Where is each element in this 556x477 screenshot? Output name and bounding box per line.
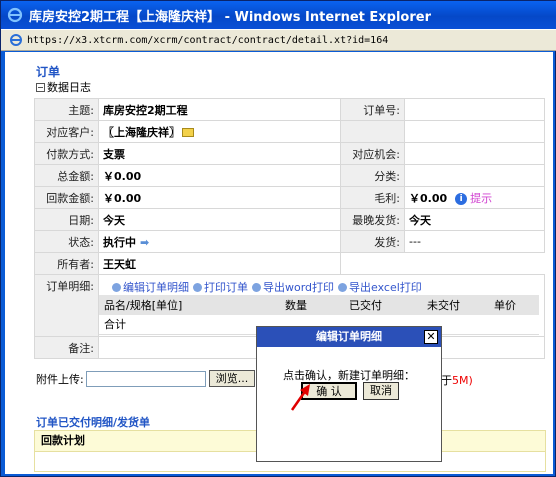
dialog-titlebar: 编辑订单明细 ✕ — [257, 327, 441, 347]
col-quantity: 数量 — [285, 299, 307, 312]
print-order-action[interactable]: 打印订单 — [193, 279, 248, 295]
remark-label: 备注: — [34, 336, 99, 359]
attach-hint-prefix: 于 — [441, 374, 452, 387]
received-value: ￥0.00 — [98, 186, 341, 209]
empty-value — [404, 120, 545, 143]
order-no-value — [404, 98, 545, 121]
customer-label: 对应客户: — [34, 120, 99, 143]
items-label: 订单明细: — [34, 274, 99, 337]
subject-value: 库房安控2期工程 — [98, 98, 341, 121]
ie-logo-icon — [7, 7, 23, 23]
ie-page-icon — [10, 34, 22, 46]
print-order-link[interactable]: 打印订单 — [204, 279, 248, 295]
edit-items-dialog: 编辑订单明细 ✕ 点击确认，新建订单明细： 确 认 取消 — [256, 326, 442, 462]
export-word-link[interactable]: 导出word打印 — [263, 279, 334, 295]
data-log-link[interactable]: 数据日志 — [36, 79, 91, 95]
export-excel-action[interactable]: 导出excel打印 — [338, 279, 422, 295]
col-product: 品名/规格[单位] — [104, 299, 183, 312]
profit-cell: ￥0.00 i 提示 — [404, 186, 545, 209]
status-cell: 执行中 ➡ — [98, 230, 341, 253]
total-value: ￥0.00 — [98, 164, 341, 187]
edit-items-action[interactable]: 编辑订单明细 — [112, 279, 189, 295]
print-icon — [193, 282, 202, 292]
category-label: 分类: — [340, 164, 405, 187]
browse-button[interactable]: 浏览... — [208, 370, 256, 387]
category-value — [404, 164, 545, 187]
items-header: 品名/规格[单位] 数量 已交付 未交付 单价 — [99, 295, 539, 315]
red-arrow-pointer-icon — [290, 384, 310, 411]
section-title-order: 订单 — [36, 65, 61, 79]
arrow-right-icon[interactable]: ➡ — [140, 236, 149, 249]
attach-row: 附件上传: 浏览... — [36, 370, 256, 387]
status-label: 状态: — [34, 230, 99, 253]
row-received: 回款金额: ￥0.00 毛利: ￥0.00 i 提示 — [34, 186, 545, 209]
address-bar[interactable]: https://x3.xtcrm.com/xcrm/contract/contr… — [1, 29, 556, 51]
attach-hint: 于5M) — [441, 372, 473, 388]
info-icon[interactable]: i — [455, 192, 468, 205]
shipped-label: 发货: — [340, 230, 405, 253]
col-delivered: 已交付 — [349, 299, 382, 312]
profit-value: ￥0.00 — [409, 191, 448, 205]
row-payment: 付款方式: 支票 对应机会: — [34, 142, 545, 165]
data-log-label: 数据日志 — [47, 81, 91, 94]
col-undelivered: 未交付 — [427, 299, 460, 312]
order-no-label: 订单号: — [340, 98, 405, 121]
blank-cell — [341, 253, 405, 275]
payment-label: 付款方式: — [34, 142, 99, 165]
empty-label — [340, 120, 405, 143]
edit-icon — [112, 282, 121, 292]
close-icon[interactable]: ✕ — [424, 330, 438, 344]
excel-icon — [338, 282, 348, 292]
total-label: 总金额: — [34, 164, 99, 187]
blank-cell-2 — [405, 253, 545, 275]
profit-label: 毛利: — [340, 186, 405, 209]
owner-label: 所有者: — [34, 252, 99, 275]
payment-value: 支票 — [98, 142, 341, 165]
attach-file-input[interactable] — [85, 370, 206, 387]
row-owner: 所有者: 王天虹 — [34, 252, 545, 275]
expand-toggle-icon[interactable] — [36, 82, 45, 92]
folder-icon[interactable] — [182, 128, 194, 137]
item-actions: 编辑订单明细 打印订单 导出word打印 导出excel打印 — [112, 279, 422, 295]
received-label: 回款金额: — [34, 186, 99, 209]
col-price: 单价 — [494, 299, 516, 312]
export-word-action[interactable]: 导出word打印 — [252, 279, 334, 295]
row-total: 总金额: ￥0.00 分类: — [34, 164, 545, 187]
latest-ship-label: 最晚发货: — [340, 208, 405, 231]
attach-label: 附件上传: — [36, 372, 84, 386]
dialog-message: 点击确认，新建订单明细： — [283, 369, 415, 382]
url-text[interactable]: https://x3.xtcrm.com/xcrm/contract/contr… — [27, 35, 388, 46]
status-value: 执行中 — [103, 235, 136, 249]
word-icon — [252, 282, 261, 292]
owner-value: 王天虹 — [98, 252, 341, 275]
row-customer: 对应客户: 〖上海隆庆祥〗 — [34, 120, 545, 143]
title-bar: 库房安控2期工程【上海隆庆祥】 - Windows Internet Explo… — [1, 1, 556, 29]
opportunity-label: 对应机会: — [340, 142, 405, 165]
attach-hint-size: 5M) — [452, 374, 473, 387]
cancel-button[interactable]: 取消 — [363, 382, 399, 400]
date-value: 今天 — [98, 208, 341, 231]
delivered-title[interactable]: 订单已交付明细/发货单 — [36, 414, 150, 430]
edit-items-link[interactable]: 编辑订单明细 — [123, 279, 189, 295]
row-subject: 主题: 库房安控2期工程 订单号: — [34, 98, 545, 121]
profit-tip-link[interactable]: 提示 — [470, 192, 492, 205]
customer-link[interactable]: 〖上海隆庆祥〗 — [103, 126, 180, 139]
dialog-title: 编辑订单明细 — [316, 330, 382, 343]
customer-cell: 〖上海隆庆祥〗 — [98, 120, 341, 143]
export-excel-link[interactable]: 导出excel打印 — [349, 279, 422, 295]
shipped-value: --- — [404, 230, 545, 253]
opportunity-value — [404, 142, 545, 165]
row-date: 日期: 今天 最晚发货: 今天 — [34, 208, 545, 231]
date-label: 日期: — [34, 208, 99, 231]
window-title: 库房安控2期工程【上海隆庆祥】 - Windows Internet Explo… — [29, 9, 431, 25]
row-status: 状态: 执行中 ➡ 发货: --- — [34, 230, 545, 253]
subject-label: 主题: — [34, 98, 99, 121]
latest-ship-value: 今天 — [404, 208, 545, 231]
